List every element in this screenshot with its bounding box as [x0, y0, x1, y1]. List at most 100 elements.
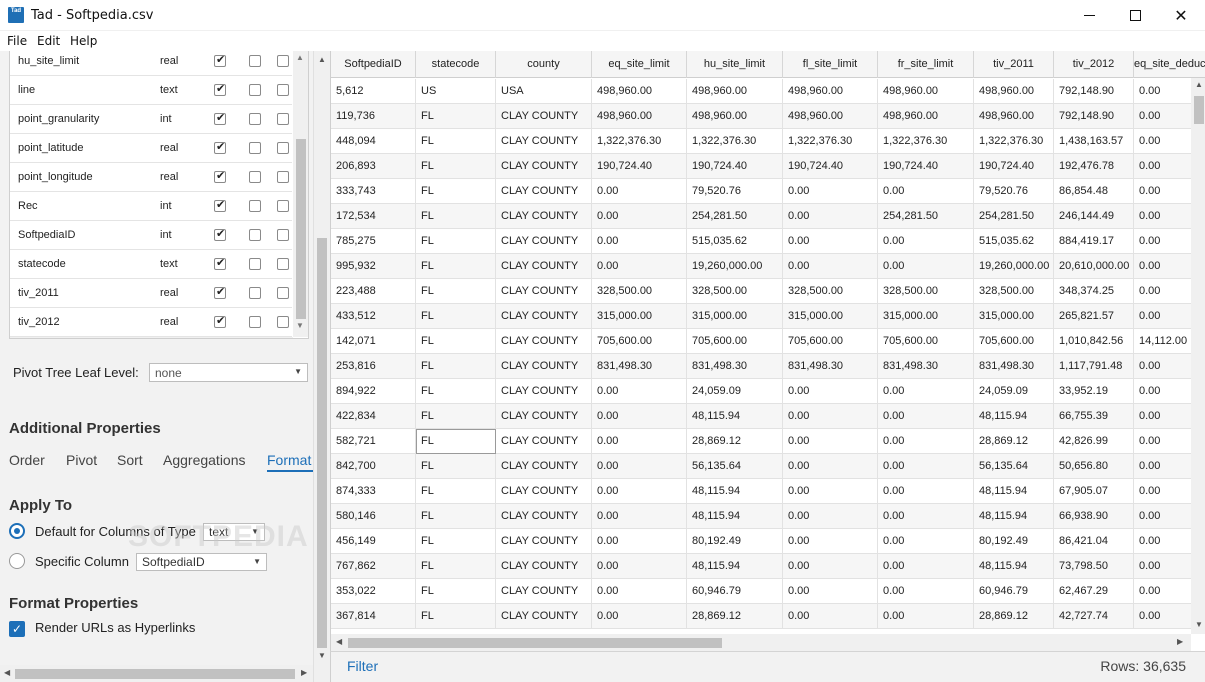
- table-cell[interactable]: FL: [416, 179, 496, 204]
- table-row[interactable]: 206,893 FL CLAY COUNTY 190,724.40 190,724.40…: [331, 154, 1191, 179]
- table-cell[interactable]: 0.00: [592, 254, 687, 279]
- table-row[interactable]: 995,932 FL CLAY COUNTY 0.00 19,260,000.00 0.0…: [331, 254, 1191, 279]
- table-cell[interactable]: 0.00: [592, 554, 687, 579]
- table-cell[interactable]: 831,498.30: [687, 354, 783, 379]
- table-cell[interactable]: 19,260,000.00: [974, 254, 1054, 279]
- minimize-button[interactable]: [1066, 0, 1112, 31]
- table-cell[interactable]: CLAY COUNTY: [496, 504, 592, 529]
- column-checkbox[interactable]: [249, 142, 261, 154]
- table-cell[interactable]: 42,826.99: [1054, 429, 1134, 454]
- table-cell[interactable]: 328,500.00: [974, 279, 1054, 304]
- table-cell[interactable]: 0.00: [878, 379, 974, 404]
- table-cell[interactable]: 0.00: [783, 229, 878, 254]
- table-cell[interactable]: 0.00: [878, 479, 974, 504]
- table-cell[interactable]: 0.00: [783, 204, 878, 229]
- table-row[interactable]: 142,071 FL CLAY COUNTY 705,600.00 705,600.00…: [331, 329, 1191, 354]
- scroll-thumb[interactable]: [1194, 96, 1204, 124]
- table-cell[interactable]: FL: [416, 154, 496, 179]
- table-row[interactable]: 333,743 FL CLAY COUNTY 0.00 79,520.76 0.00 0.0…: [331, 179, 1191, 204]
- left-panel-hscrollbar[interactable]: ◀ ▶: [0, 665, 313, 682]
- tab-pivot[interactable]: Pivot: [66, 452, 97, 468]
- table-cell[interactable]: 0.00: [592, 429, 687, 454]
- table-cell[interactable]: 48,115.94: [687, 504, 783, 529]
- table-cell[interactable]: 0.00: [592, 504, 687, 529]
- table-cell[interactable]: 498,960.00: [783, 104, 878, 129]
- grid-hscrollbar[interactable]: ◀ ▶: [331, 634, 1191, 651]
- column-checkbox[interactable]: [214, 53, 226, 67]
- table-cell[interactable]: 0.00: [592, 179, 687, 204]
- table-cell[interactable]: 842,700: [331, 454, 416, 479]
- table-row[interactable]: 582,721 FL CLAY COUNTY 0.00 28,869.12 0.00 0.0…: [331, 429, 1191, 454]
- table-cell[interactable]: FL: [416, 454, 496, 479]
- table-cell[interactable]: CLAY COUNTY: [496, 354, 592, 379]
- table-cell[interactable]: CLAY COUNTY: [496, 429, 592, 454]
- table-cell[interactable]: 1,322,376.30: [783, 129, 878, 154]
- table-cell[interactable]: 0.00: [878, 179, 974, 204]
- table-cell[interactable]: CLAY COUNTY: [496, 104, 592, 129]
- tab-aggregations[interactable]: Aggregations: [163, 452, 246, 468]
- table-cell[interactable]: 190,724.40: [592, 154, 687, 179]
- column-checkbox[interactable]: [214, 314, 226, 328]
- table-cell[interactable]: CLAY COUNTY: [496, 379, 592, 404]
- table-cell[interactable]: 0.00: [592, 529, 687, 554]
- table-cell[interactable]: 328,500.00: [592, 279, 687, 304]
- column-list-item[interactable]: hu_site_limit real: [10, 51, 292, 76]
- table-cell[interactable]: 705,600.00: [878, 329, 974, 354]
- table-cell[interactable]: 0.00: [783, 179, 878, 204]
- table-cell[interactable]: 0.00: [878, 554, 974, 579]
- table-cell[interactable]: CLAY COUNTY: [496, 179, 592, 204]
- scroll-thumb[interactable]: [296, 139, 306, 319]
- table-cell[interactable]: 705,600.00: [974, 329, 1054, 354]
- table-cell[interactable]: 0.00: [783, 379, 878, 404]
- table-cell[interactable]: 24,059.09: [687, 379, 783, 404]
- column-checkbox[interactable]: [249, 113, 261, 125]
- table-cell[interactable]: 0.00: [878, 579, 974, 604]
- filter-button[interactable]: Filter: [347, 658, 378, 674]
- table-cell[interactable]: FL: [416, 329, 496, 354]
- table-cell[interactable]: 0.00: [878, 504, 974, 529]
- table-cell[interactable]: 48,115.94: [974, 504, 1054, 529]
- table-cell[interactable]: 1,322,376.30: [687, 129, 783, 154]
- table-cell[interactable]: 515,035.62: [687, 229, 783, 254]
- column-checkbox[interactable]: [214, 285, 226, 299]
- column-header[interactable]: county: [496, 51, 592, 78]
- table-cell[interactable]: 894,922: [331, 379, 416, 404]
- table-cell[interactable]: FL: [416, 529, 496, 554]
- table-cell[interactable]: 705,600.00: [783, 329, 878, 354]
- table-cell[interactable]: 328,500.00: [878, 279, 974, 304]
- table-cell[interactable]: 448,094: [331, 129, 416, 154]
- table-row[interactable]: 433,512 FL CLAY COUNTY 315,000.00 315,000.00…: [331, 304, 1191, 329]
- scroll-down-icon[interactable]: ▼: [296, 321, 304, 330]
- table-cell[interactable]: FL: [416, 604, 496, 629]
- table-cell[interactable]: 142,071: [331, 329, 416, 354]
- table-row[interactable]: 223,488 FL CLAY COUNTY 328,500.00 328,500.00…: [331, 279, 1191, 304]
- table-cell[interactable]: CLAY COUNTY: [496, 579, 592, 604]
- table-cell[interactable]: 0.00: [592, 379, 687, 404]
- table-cell[interactable]: 705,600.00: [687, 329, 783, 354]
- column-header[interactable]: eq_site_deductible: [1134, 51, 1205, 78]
- column-checkbox[interactable]: [277, 55, 289, 67]
- table-cell[interactable]: 498,960.00: [878, 79, 974, 104]
- column-checkbox[interactable]: [214, 198, 226, 212]
- menu-file[interactable]: File: [7, 34, 27, 48]
- scroll-thumb[interactable]: [317, 238, 327, 648]
- table-cell[interactable]: 456,149: [331, 529, 416, 554]
- column-checkbox[interactable]: [249, 229, 261, 241]
- table-cell[interactable]: CLAY COUNTY: [496, 279, 592, 304]
- table-cell[interactable]: CLAY COUNTY: [496, 254, 592, 279]
- table-cell[interactable]: 498,960.00: [974, 104, 1054, 129]
- table-cell[interactable]: 0.00: [783, 604, 878, 629]
- table-cell[interactable]: FL: [416, 354, 496, 379]
- column-checkbox[interactable]: [249, 55, 261, 67]
- column-list-item[interactable]: line text: [10, 76, 292, 105]
- table-cell[interactable]: FL: [416, 429, 496, 454]
- column-list-item[interactable]: SoftpediaID int: [10, 221, 292, 250]
- table-cell[interactable]: 190,724.40: [687, 154, 783, 179]
- table-cell[interactable]: 246,144.49: [1054, 204, 1134, 229]
- table-cell[interactable]: 254,281.50: [878, 204, 974, 229]
- table-cell[interactable]: 831,498.30: [592, 354, 687, 379]
- table-cell[interactable]: 190,724.40: [878, 154, 974, 179]
- scroll-thumb[interactable]: [15, 669, 295, 679]
- column-checkbox[interactable]: [249, 200, 261, 212]
- table-cell[interactable]: FL: [416, 504, 496, 529]
